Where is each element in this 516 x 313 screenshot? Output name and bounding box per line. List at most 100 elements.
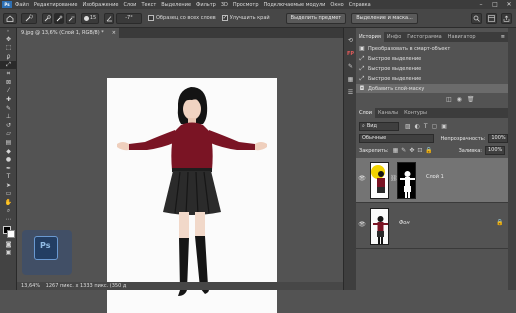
blur-tool-icon[interactable]: ◆ [0,147,17,156]
canvas-area[interactable]: Ps [17,38,343,313]
quick-selection-tool-icon[interactable]: ⤢ [0,60,17,70]
filter-adjustment-icon[interactable]: ◐ [415,123,420,130]
lasso-tool-icon[interactable]: ϼ [0,52,17,61]
filter-smart-icon[interactable]: ▣ [441,123,447,130]
menu-file[interactable]: Файл [15,2,29,8]
close-tab-icon[interactable]: × [112,28,116,38]
history-brush-icon[interactable]: ↺ [0,121,17,130]
select-and-mask-button[interactable]: Выделение и маска... [351,12,418,24]
blend-mode-select[interactable]: Обычные [359,134,434,143]
sample-all-layers-option[interactable]: Образец со всех слоев [148,15,216,21]
eyedropper-tool-icon[interactable]: ⁄ [0,87,17,96]
lock-transparency-icon[interactable]: ▦ [393,147,399,154]
filter-pixel-icon[interactable]: ▨ [405,123,411,130]
menu-3d[interactable]: 3D [221,2,228,8]
opacity-input[interactable]: 100% [488,134,508,143]
document-image[interactable] [107,78,277,313]
select-subject-button[interactable]: Выделить предмет [285,12,347,24]
menu-view[interactable]: Просмотр [233,2,259,8]
tab-info[interactable]: Инфо [384,32,404,42]
background-color[interactable] [7,230,15,239]
layer-row-background[interactable]: 👁 Фон 🔒 [356,204,508,249]
tab-layers[interactable]: Слои [356,108,375,118]
minimize-button[interactable]: – [474,0,488,9]
color-swatches[interactable] [0,224,16,240]
gradient-tool-icon[interactable]: ▤ [0,138,17,147]
close-window-button[interactable]: ✕ [502,0,516,9]
dodge-tool-icon[interactable]: ● [0,155,17,164]
type-tool-icon[interactable]: T [0,173,17,182]
photoshop-logo[interactable]: Ps [2,1,12,8]
tab-navigator[interactable]: Навигатор [445,32,479,42]
lock-pixels-icon[interactable]: ✎ [401,147,406,154]
history-item[interactable]: ⤢ Быстрое выделение [356,54,508,63]
layer-mask-thumbnail[interactable] [397,162,416,199]
brush-tool-icon[interactable]: ✎ [0,104,17,113]
path-selection-icon[interactable]: ➤ [0,181,17,190]
tab-channels[interactable]: Каналы [375,108,401,118]
layer-name[interactable]: Фон [399,220,410,226]
maximize-button[interactable]: □ [488,0,502,9]
frame-tool-icon[interactable]: ⊠ [0,78,17,87]
home-icon[interactable] [3,12,17,24]
history-item-selected[interactable]: ◘ Добавить слой-маску [356,84,508,93]
menu-type[interactable]: Текст [141,2,156,8]
move-tool-icon[interactable]: ✥ [0,35,17,44]
layer-name[interactable]: Слой 1 [426,174,444,180]
new-selection-icon[interactable] [42,12,52,24]
visibility-eye-icon[interactable]: 👁 [358,175,366,182]
screen-mode-icon[interactable]: ▣ [0,249,17,258]
share-icon[interactable] [501,13,512,24]
tab-history[interactable]: История [356,32,384,42]
add-to-selection-icon[interactable] [54,12,64,24]
menu-edit[interactable]: Редактирование [34,2,78,8]
edit-toolbar-icon[interactable]: ⋯ [0,215,17,224]
camera-icon[interactable]: ◉ [457,96,462,103]
layer-filter-select[interactable]: ⌕ Вид [359,122,399,131]
history-item[interactable]: ⤢ Быстрое выделение [356,74,508,83]
menu-image[interactable]: Изображение [82,2,118,8]
menu-filter[interactable]: Фильтр [196,2,216,8]
rectangle-tool-icon[interactable]: ▭ [0,190,17,199]
visibility-eye-icon[interactable]: 👁 [358,221,366,228]
enhance-edge-option[interactable]: ✓ Улучшить край [221,15,270,21]
filter-type-icon[interactable]: T [424,123,428,130]
toolbar-collapse-icon[interactable]: » [0,28,16,35]
history-item[interactable]: ⤢ Быстрое выделение [356,64,508,73]
quick-mask-icon[interactable]: ◙ [0,240,17,249]
hand-tool-icon[interactable]: ✋ [0,198,17,207]
angle-input[interactable]: -7° [116,12,142,24]
healing-brush-icon[interactable]: ✚ [0,95,17,104]
menu-select[interactable]: Выделение [161,2,191,8]
menu-layers[interactable]: Слои [123,2,136,8]
zoom-level[interactable]: 13,64% [21,283,40,289]
panel-scrollbar[interactable] [508,28,516,290]
lock-position-icon[interactable]: ✥ [409,147,414,154]
quick-selection-tool-preset[interactable] [21,12,37,24]
document-tab[interactable]: 9.jpg @ 13,6% (Слой 1, RGB/8) * × [17,28,119,38]
trash-icon[interactable]: 🗑 [467,96,475,103]
clone-stamp-icon[interactable]: ⊥ [0,112,17,121]
workspace-icon[interactable] [486,13,497,24]
layer-thumbnail[interactable] [370,208,389,245]
subtract-from-selection-icon[interactable] [66,12,76,24]
lock-all-icon[interactable]: 🔒 [425,147,432,154]
tab-paths[interactable]: Контуры [401,108,430,118]
snapshot-icon[interactable]: ◫ [446,96,452,103]
tab-histogram[interactable]: Гистограмма [404,32,445,42]
panel-menu-icon[interactable]: ≡ [501,32,508,42]
layer-row-layer-1[interactable]: 👁 ⛓ Слой 1 [356,158,508,203]
fill-input[interactable]: 100% [485,146,505,155]
eraser-tool-icon[interactable]: ▱ [0,130,17,139]
crop-tool-icon[interactable]: ⌗ [0,69,17,78]
menu-help[interactable]: Справка [349,2,371,8]
enhance-edge-checkbox[interactable]: ✓ [221,15,228,21]
sample-all-layers-checkbox[interactable] [148,15,154,21]
search-icon[interactable] [471,13,482,24]
pen-tool-icon[interactable]: ✒ [0,164,17,173]
menu-plugins[interactable]: Подключаемые модули [264,2,326,8]
history-item[interactable]: ▣ Преобразовать в смарт-объект [356,44,508,53]
filter-shape-icon[interactable]: ▢ [432,123,438,130]
marquee-tool-icon[interactable]: ⬚ [0,44,17,53]
layer-thumbnail[interactable] [370,162,389,199]
